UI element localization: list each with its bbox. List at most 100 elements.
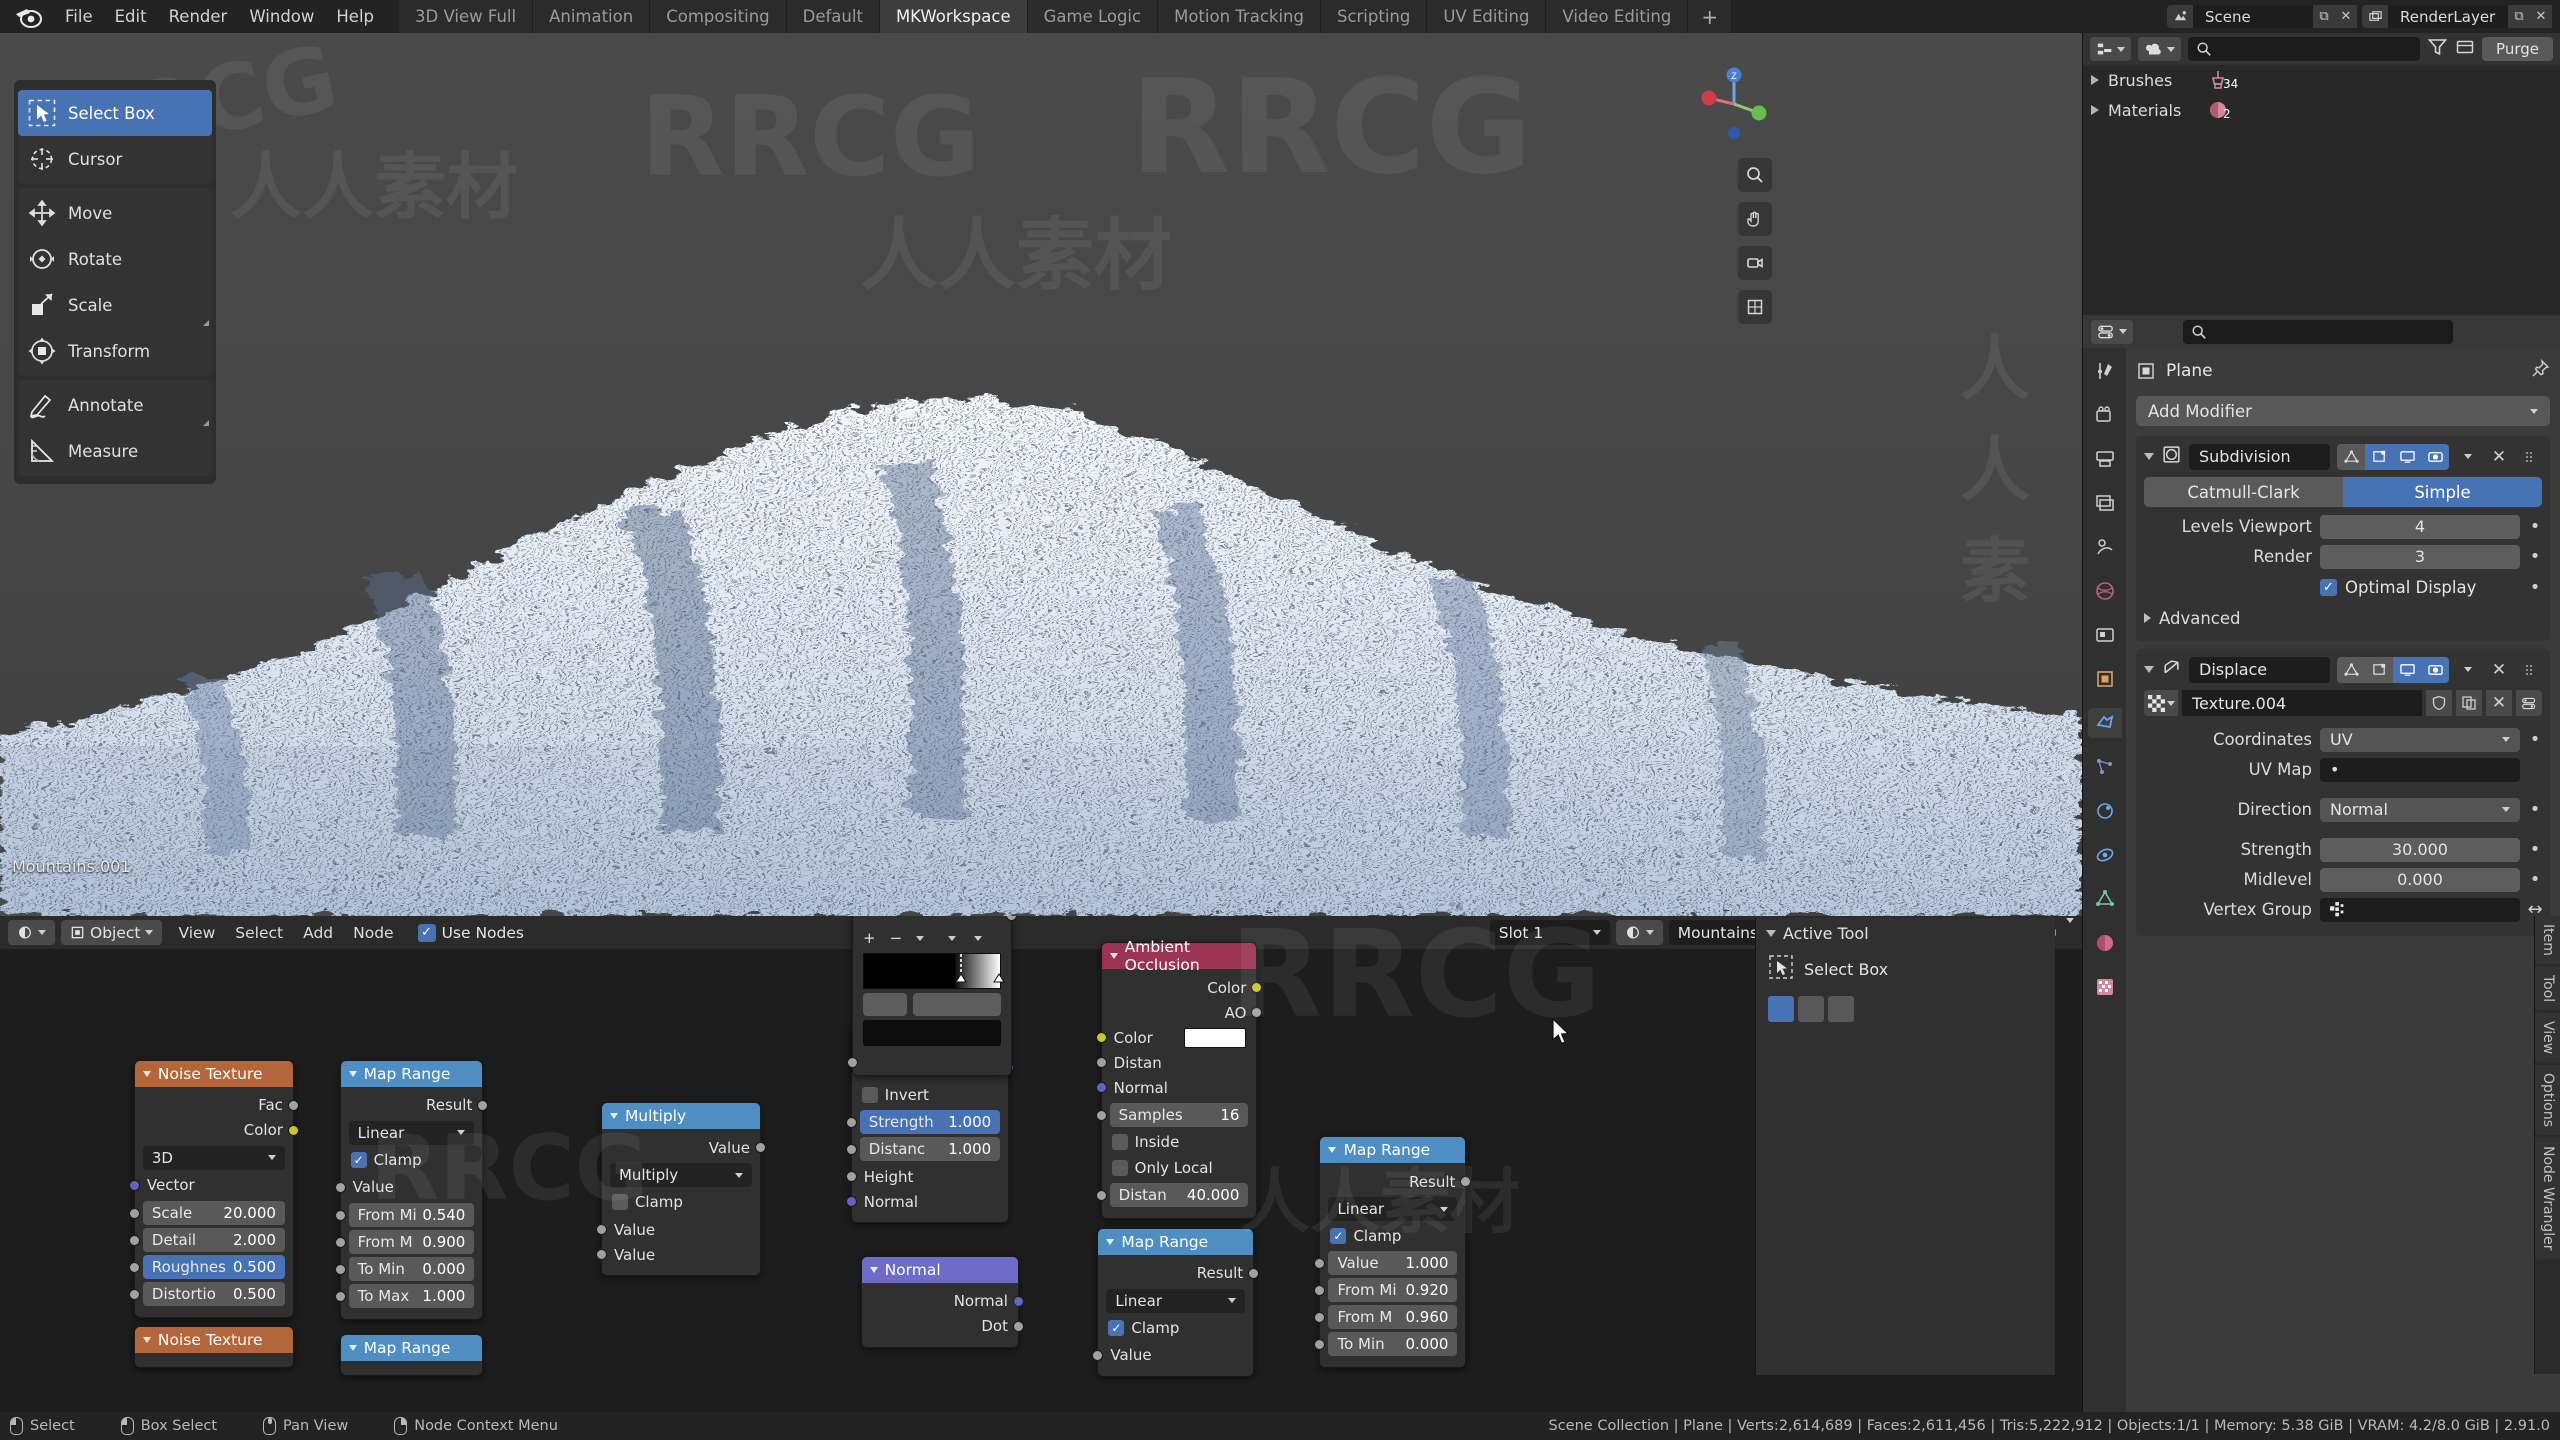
node-maprange4[interactable]: Map Range Result Linear ✓ Clamp Value 1.000 Fro… <box>1314 1136 1472 1369</box>
node-sidebar-panel[interactable]: Active Tool Select Box <box>1755 918 2055 1375</box>
node-noise2[interactable]: Noise Texture <box>133 1325 294 1368</box>
modifier-visibility-toggles[interactable] <box>2337 443 2449 470</box>
viewport-toolbar[interactable]: Select Box Cursor Move Rotate Scale Transform… <box>14 80 216 484</box>
node-maprange2[interactable]: Map Range <box>339 1334 484 1377</box>
node-checkbox[interactable]: ✓ <box>350 1151 367 1168</box>
node-input[interactable]: Vector <box>128 1173 293 1198</box>
node-side-tab-options[interactable]: Options <box>2535 1065 2560 1136</box>
workspace-tab-animation[interactable]: Animation <box>533 0 651 33</box>
node-side-tab-item[interactable]: Item <box>2535 916 2560 964</box>
expand-triangle-icon[interactable] <box>2091 75 2099 85</box>
tool-preset-swatches[interactable] <box>1756 990 2055 1028</box>
render-toggle[interactable] <box>2421 656 2449 683</box>
modifier-header[interactable]: Displace ✕ <box>2144 655 2542 684</box>
node-output[interactable]: Color <box>135 1118 299 1143</box>
properties-texture-tab[interactable] <box>2088 972 2122 1002</box>
collapse-triangle-icon[interactable] <box>1328 1147 1337 1154</box>
properties-tab-rail[interactable] <box>2083 348 2126 1412</box>
optimal-display-checkbox[interactable]: ✓ <box>2320 579 2337 596</box>
node-header[interactable]: Noise Texture <box>134 1060 293 1087</box>
animate-dot-icon[interactable]: • <box>2528 516 2542 537</box>
input-socket[interactable] <box>128 1179 140 1191</box>
properties-editor-type-icon[interactable] <box>2091 319 2133 344</box>
workspace-tab-motion-tracking[interactable]: Motion Tracking <box>1158 0 1321 33</box>
node-value-widget[interactable]: Detail 2.000 <box>128 1227 285 1252</box>
camera-view-icon[interactable] <box>1738 246 1772 280</box>
properties-constraint-tab[interactable] <box>2088 840 2122 870</box>
node-input[interactable]: Normal <box>1095 1075 1257 1100</box>
menu-window[interactable]: Window <box>238 4 325 29</box>
widget-socket[interactable] <box>845 1144 857 1156</box>
viewlayer-name[interactable]: RenderLayer <box>2388 5 2508 28</box>
node-input[interactable]: Value <box>595 1242 760 1267</box>
animate-dot-icon[interactable]: • <box>2528 729 2542 750</box>
purge-button[interactable]: Purge <box>2482 37 2553 61</box>
simple-option[interactable]: Simple <box>2343 477 2542 507</box>
workspace-tab-default[interactable]: Default <box>786 0 880 33</box>
widget-socket[interactable] <box>1095 1190 1107 1202</box>
drag-handle-icon[interactable] <box>2518 450 2542 464</box>
fac-socket[interactable] <box>847 1057 858 1068</box>
unlink-texture-button[interactable]: ✕ <box>2486 690 2512 716</box>
node-normal[interactable]: Normal Normal Dot <box>860 1255 1024 1348</box>
node-input[interactable]: Value <box>1092 1343 1253 1368</box>
node-input[interactable]: Value <box>595 1217 760 1242</box>
menu-edit[interactable]: Edit <box>104 4 158 29</box>
node-checkbox[interactable]: ✓ <box>1108 1319 1125 1336</box>
tool-expand-corner[interactable] <box>203 420 209 426</box>
node-value-widget[interactable]: Strength 1.000 <box>845 1110 1001 1135</box>
node-dropdown[interactable]: Linear <box>348 1120 475 1145</box>
edit-mode-toggle[interactable] <box>2365 443 2393 470</box>
realtime-toggle[interactable] <box>2393 656 2421 683</box>
node-value-widget[interactable]: To Min 0.000 <box>1314 1332 1458 1357</box>
node-value-widget[interactable]: Samples 16 <box>1095 1103 1249 1128</box>
widget-socket[interactable] <box>334 1263 346 1275</box>
scene-name[interactable]: Scene <box>2193 5 2313 28</box>
outliner-panel[interactable]: Purge Brushes 34 Materials 2 <box>2082 33 2560 315</box>
collapse-triangle-icon[interactable] <box>142 1336 151 1343</box>
menu-render[interactable]: Render <box>158 4 239 29</box>
direction-row[interactable]: Direction Normal • <box>2144 796 2542 823</box>
output-socket[interactable] <box>287 1099 299 1111</box>
input-socket[interactable] <box>1095 1082 1107 1094</box>
input-socket[interactable] <box>1092 1349 1104 1361</box>
node-dropdown[interactable]: Linear <box>1106 1288 1246 1313</box>
interpolation-dropdown[interactable] <box>970 935 983 941</box>
viewport-3d[interactable]: RRCG RRCG RRCG 人人素材 人人素材 人人素 <box>0 33 2082 916</box>
widget-socket[interactable] <box>128 1261 140 1273</box>
collapse-triangle-icon[interactable] <box>1109 953 1118 960</box>
properties-object-tab[interactable] <box>2088 664 2122 694</box>
widget-socket[interactable] <box>128 1234 140 1246</box>
preset-swatch-1[interactable] <box>1768 996 1794 1022</box>
properties-world-tab[interactable] <box>2088 576 2122 606</box>
tool-annotate[interactable]: Annotate <box>18 382 212 428</box>
active-tool-section-header[interactable]: Active Tool <box>1756 918 2055 948</box>
colorramp-toolbar[interactable]: + − <box>853 925 1011 951</box>
widget-socket[interactable] <box>334 1209 346 1221</box>
remove-stop-button[interactable]: − <box>890 929 903 947</box>
color-swatch[interactable] <box>1184 1027 1247 1048</box>
node-checkbox[interactable] <box>861 1087 878 1104</box>
modifier-header[interactable]: Subdivision ✕ <box>2144 442 2542 471</box>
midlevel-row[interactable]: Midlevel 0.000 • <box>2144 866 2542 893</box>
collapse-triangle-icon[interactable] <box>348 1070 357 1077</box>
render-levels-row[interactable]: Render 3 • <box>2144 543 2542 570</box>
displace-texture-row[interactable]: Texture.004 ✕ <box>2144 690 2542 716</box>
properties-scene-tab[interactable] <box>2088 532 2122 562</box>
color-mode-dropdown[interactable] <box>944 935 957 941</box>
levels-viewport-row[interactable]: Levels Viewport 4 • <box>2144 513 2542 540</box>
widget-socket[interactable] <box>334 1290 346 1302</box>
vertex-group-row[interactable]: Vertex Group ↔ <box>2144 896 2543 923</box>
coordinates-dropdown[interactable]: UV <box>2320 727 2520 752</box>
ramp-index-field[interactable] <box>863 993 907 1016</box>
node-value-widget[interactable]: Value 1.000 <box>1314 1251 1458 1276</box>
output-socket[interactable] <box>1012 1295 1024 1307</box>
orthographic-toggle-icon[interactable] <box>1738 290 1772 324</box>
node-noise1[interactable]: Noise Texture Fac Color 3D Vector Scale 20.000… <box>128 1059 299 1318</box>
properties-search-input[interactable] <box>2183 319 2453 344</box>
subdivision-type-segmented[interactable]: Catmull-Clark Simple <box>2144 477 2542 507</box>
node-checkbox-row[interactable]: ✓ Clamp <box>1330 1225 1455 1247</box>
catmull-clark-option[interactable]: Catmull-Clark <box>2144 477 2343 507</box>
new-viewlayer-button[interactable]: ⧉ <box>2508 5 2530 28</box>
output-socket[interactable] <box>477 1099 489 1111</box>
